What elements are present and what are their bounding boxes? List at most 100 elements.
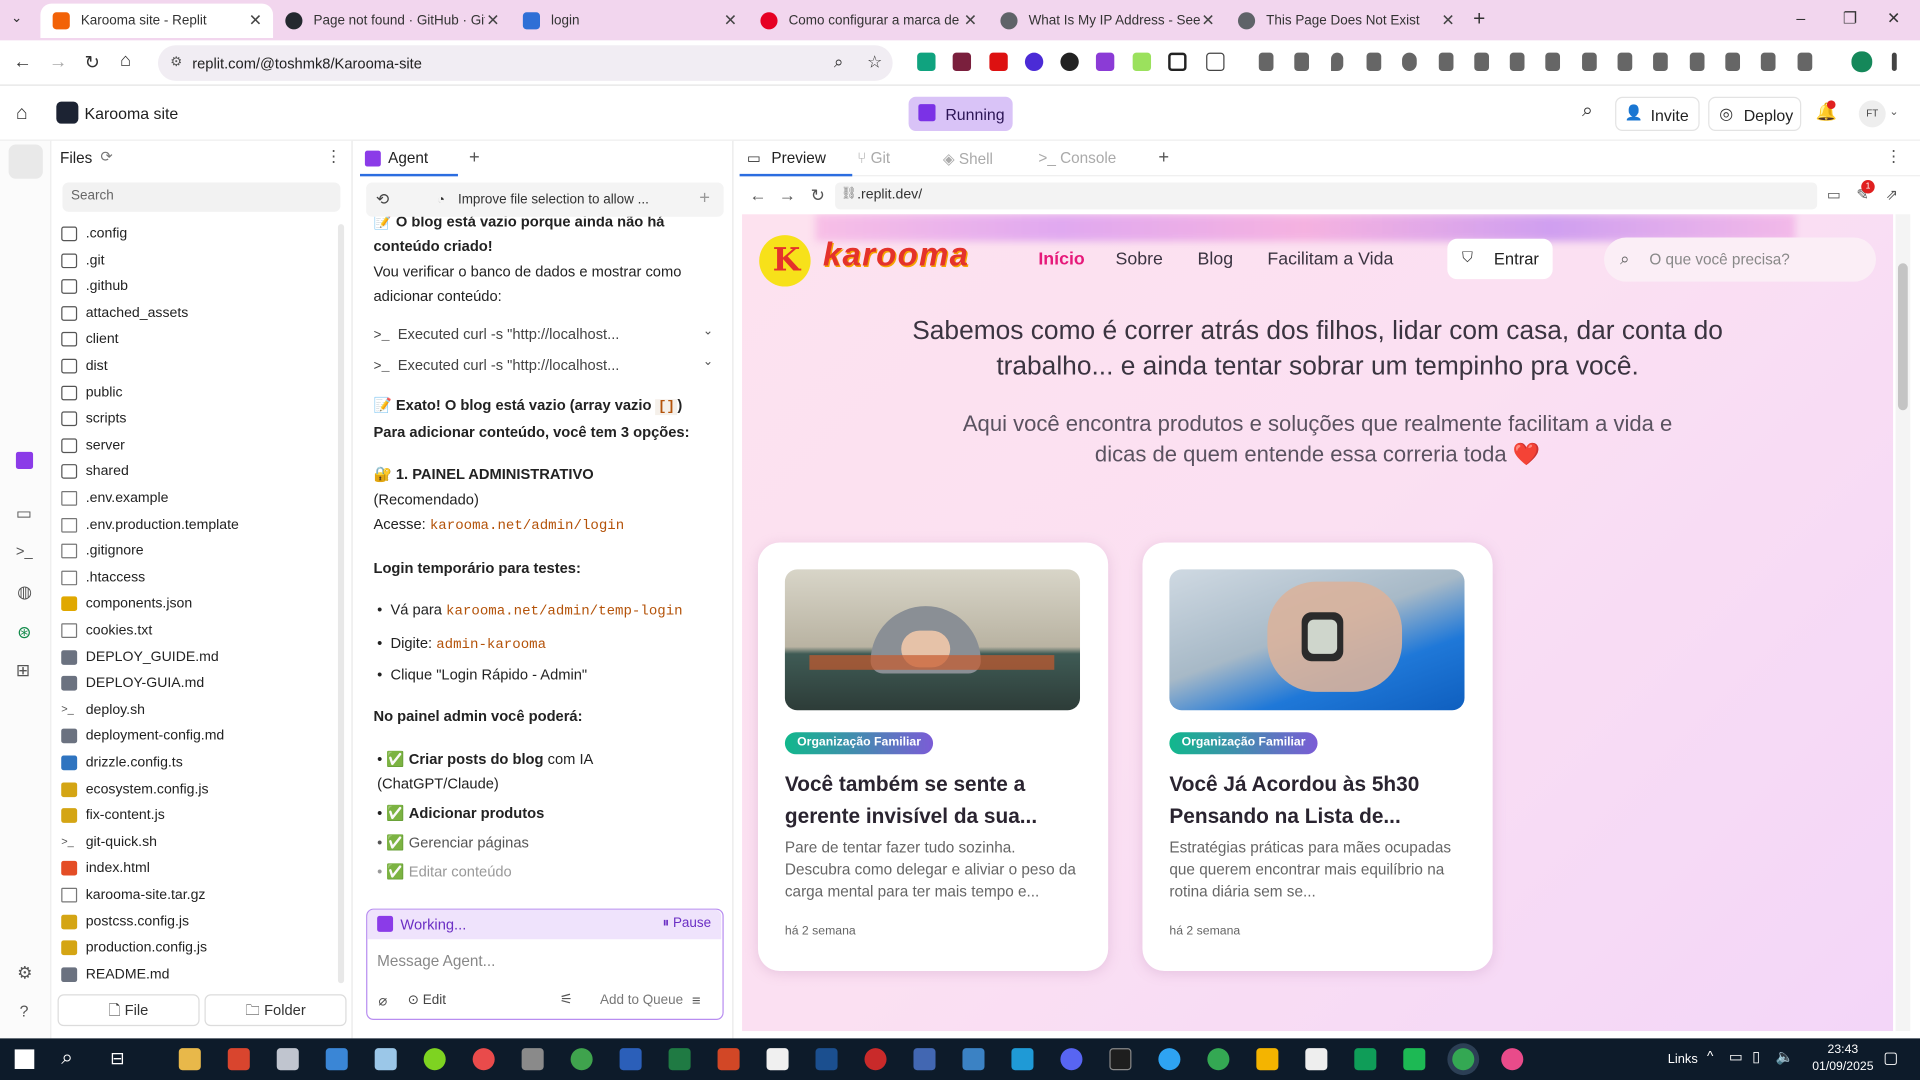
message-agent-input[interactable]: Message Agent... xyxy=(377,953,495,970)
queue-icon[interactable]: ≡ xyxy=(692,992,701,1009)
chrome-icon[interactable] xyxy=(1452,1048,1475,1071)
add-tab-button[interactable]: + xyxy=(469,147,480,168)
file-item[interactable]: .env.production.template xyxy=(61,513,239,537)
run-button[interactable]: Running xyxy=(908,96,1013,132)
cmd-icon[interactable] xyxy=(1109,1048,1132,1071)
qr-icon[interactable] xyxy=(1582,52,1597,72)
site-search-input[interactable]: ⌕ O que você precisa? xyxy=(1604,237,1876,282)
back-arrow-icon[interactable]: ← xyxy=(13,51,31,72)
network-icon[interactable]: ▭ xyxy=(1729,1048,1743,1065)
new-folder-button[interactable]: 🗀 Folder xyxy=(204,994,347,1027)
tab-search-icon[interactable]: ⌄ xyxy=(11,10,22,26)
forward-arrow-icon[interactable]: → xyxy=(779,185,796,205)
open-external-icon[interactable]: ⇗ xyxy=(1886,186,1898,203)
notifications-icon[interactable]: ▢ xyxy=(1883,1048,1898,1068)
new-file-button[interactable]: 🗋 File xyxy=(57,994,200,1027)
folder-item[interactable]: .github xyxy=(61,275,128,299)
folder-item[interactable]: public xyxy=(61,380,123,404)
card-title[interactable]: Você Já Acordou às 5h30 Pensando na List… xyxy=(1169,769,1469,833)
blog-card[interactable]: Organização Familiar Você também se sent… xyxy=(757,542,1109,972)
close-window-button[interactable]: ✕ xyxy=(1887,9,1900,29)
file-item[interactable]: README.md xyxy=(61,962,169,986)
executed-command-row[interactable]: >_ Executed curl -s "http://localhost... xyxy=(373,353,619,380)
monitor-icon[interactable]: ▭ xyxy=(16,503,32,524)
scrollbar[interactable] xyxy=(337,224,345,984)
app-icon[interactable] xyxy=(1403,1048,1426,1071)
folder-item[interactable]: attached_assets xyxy=(61,301,188,325)
links-toolbar[interactable]: Links xyxy=(1668,1052,1698,1067)
network-icon[interactable]: ⊛ xyxy=(17,622,31,643)
file-item[interactable]: .gitignore xyxy=(61,539,144,563)
bug-icon[interactable]: ⚙ xyxy=(17,962,32,983)
favorites-icon[interactable] xyxy=(1797,52,1813,72)
location-icon[interactable] xyxy=(1331,52,1344,72)
home-icon[interactable]: ⌂ xyxy=(16,103,28,125)
edit-mode-button[interactable]: ⊙ Edit xyxy=(408,992,446,1008)
chevron-down-icon[interactable]: ⌄ xyxy=(703,324,713,337)
folder-item[interactable]: scripts xyxy=(61,407,126,431)
reload-icon[interactable]: ↻ xyxy=(811,185,825,206)
devices-icon[interactable]: ▭ xyxy=(1827,186,1841,203)
app-icon[interactable] xyxy=(1060,1048,1083,1071)
app-icon[interactable] xyxy=(521,1048,544,1071)
extension-icon[interactable] xyxy=(1060,52,1079,72)
translate-icon[interactable] xyxy=(1545,52,1561,72)
deploy-button[interactable]: ◎ Deploy xyxy=(1708,96,1802,132)
bookmark-star-icon[interactable]: ☆ xyxy=(867,51,882,72)
file-item[interactable]: postcss.config.js xyxy=(61,909,189,933)
close-tab-icon[interactable]: ✕ xyxy=(1201,11,1214,31)
browser-tab-not-exist[interactable]: This Page Does Not Exist ✕ xyxy=(1226,4,1466,38)
volume-icon[interactable]: 🔈 xyxy=(1776,1048,1794,1065)
file-explorer-icon[interactable] xyxy=(178,1048,201,1071)
card-title[interactable]: Você também se sente a gerente invisível… xyxy=(785,769,1085,833)
extension-icon[interactable] xyxy=(1132,52,1152,72)
more-options-icon[interactable]: ⋮ xyxy=(326,147,342,167)
file-item[interactable]: deployment-config.md xyxy=(61,724,224,748)
extension-icon[interactable] xyxy=(917,52,936,72)
file-item[interactable]: DEPLOY-GUIA.md xyxy=(61,671,204,695)
nav-inicio[interactable]: Início xyxy=(1038,250,1084,270)
maximize-button[interactable]: ❐ xyxy=(1843,9,1857,29)
entrar-button[interactable]: ⛉ Entrar xyxy=(1447,238,1553,280)
add-tab-button[interactable]: + xyxy=(1158,147,1169,168)
browser-tab-login[interactable]: login ✕ xyxy=(511,4,749,38)
file-item[interactable]: DEPLOY_GUIDE.md xyxy=(61,645,219,669)
new-tab-button[interactable]: + xyxy=(1473,7,1485,31)
history-icon[interactable]: ⟲ xyxy=(376,190,389,210)
invite-button[interactable]: 👤 Invite xyxy=(1615,96,1700,132)
app-icon[interactable] xyxy=(423,1048,446,1071)
shell-icon[interactable]: >_ xyxy=(16,542,33,559)
file-item[interactable]: >_ deploy.sh xyxy=(61,698,145,722)
app-icon[interactable] xyxy=(472,1048,495,1071)
menu-kebab-icon[interactable] xyxy=(1891,52,1897,72)
app-icon[interactable] xyxy=(962,1048,985,1071)
search-icon[interactable]: ⌕ xyxy=(61,1046,73,1070)
app-icon[interactable] xyxy=(325,1048,348,1071)
chrome-icon[interactable] xyxy=(1207,1048,1230,1071)
search-icon[interactable]: ⌕ xyxy=(1582,100,1593,122)
nav-facilitam-a-vida[interactable]: Facilitam a Vida xyxy=(1267,250,1393,270)
file-item[interactable]: drizzle.config.ts xyxy=(61,751,183,775)
preview-url-field[interactable]: ⛓ .replit.dev/ xyxy=(835,182,1818,210)
app-icon[interactable] xyxy=(1305,1048,1328,1071)
zoom-icon[interactable]: ⌕ xyxy=(834,51,844,72)
browser-tab-replit[interactable]: Karooma site - Replit ✕ xyxy=(40,3,274,38)
admin-login-link[interactable]: karooma.net/admin/login xyxy=(430,518,624,534)
screenshot-icon[interactable] xyxy=(1509,52,1525,72)
notepad-icon[interactable] xyxy=(766,1048,789,1071)
project-name[interactable]: Karooma site xyxy=(84,104,178,122)
close-tab-icon[interactable]: ✕ xyxy=(964,11,977,31)
files-toggle-icon[interactable] xyxy=(8,144,43,179)
database-icon[interactable]: ◍ xyxy=(17,582,32,603)
nav-sobre[interactable]: Sobre xyxy=(1116,250,1163,270)
card-image[interactable] xyxy=(1169,569,1465,711)
browser-tab-pinterest[interactable]: Como configurar a marca de lin ✕ xyxy=(748,4,988,38)
drive-icon[interactable] xyxy=(1354,1048,1377,1071)
temp-login-link[interactable]: karooma.net/admin/temp-login xyxy=(446,604,683,620)
app-icon[interactable] xyxy=(1256,1048,1279,1071)
app-icon[interactable] xyxy=(227,1048,250,1071)
excel-icon[interactable] xyxy=(668,1048,691,1071)
profile-avatar[interactable] xyxy=(1851,51,1873,73)
tab-shell[interactable]: ◈ Shell xyxy=(943,149,993,168)
blog-card[interactable]: Organização Familiar Você Já Acordou às … xyxy=(1142,542,1493,972)
